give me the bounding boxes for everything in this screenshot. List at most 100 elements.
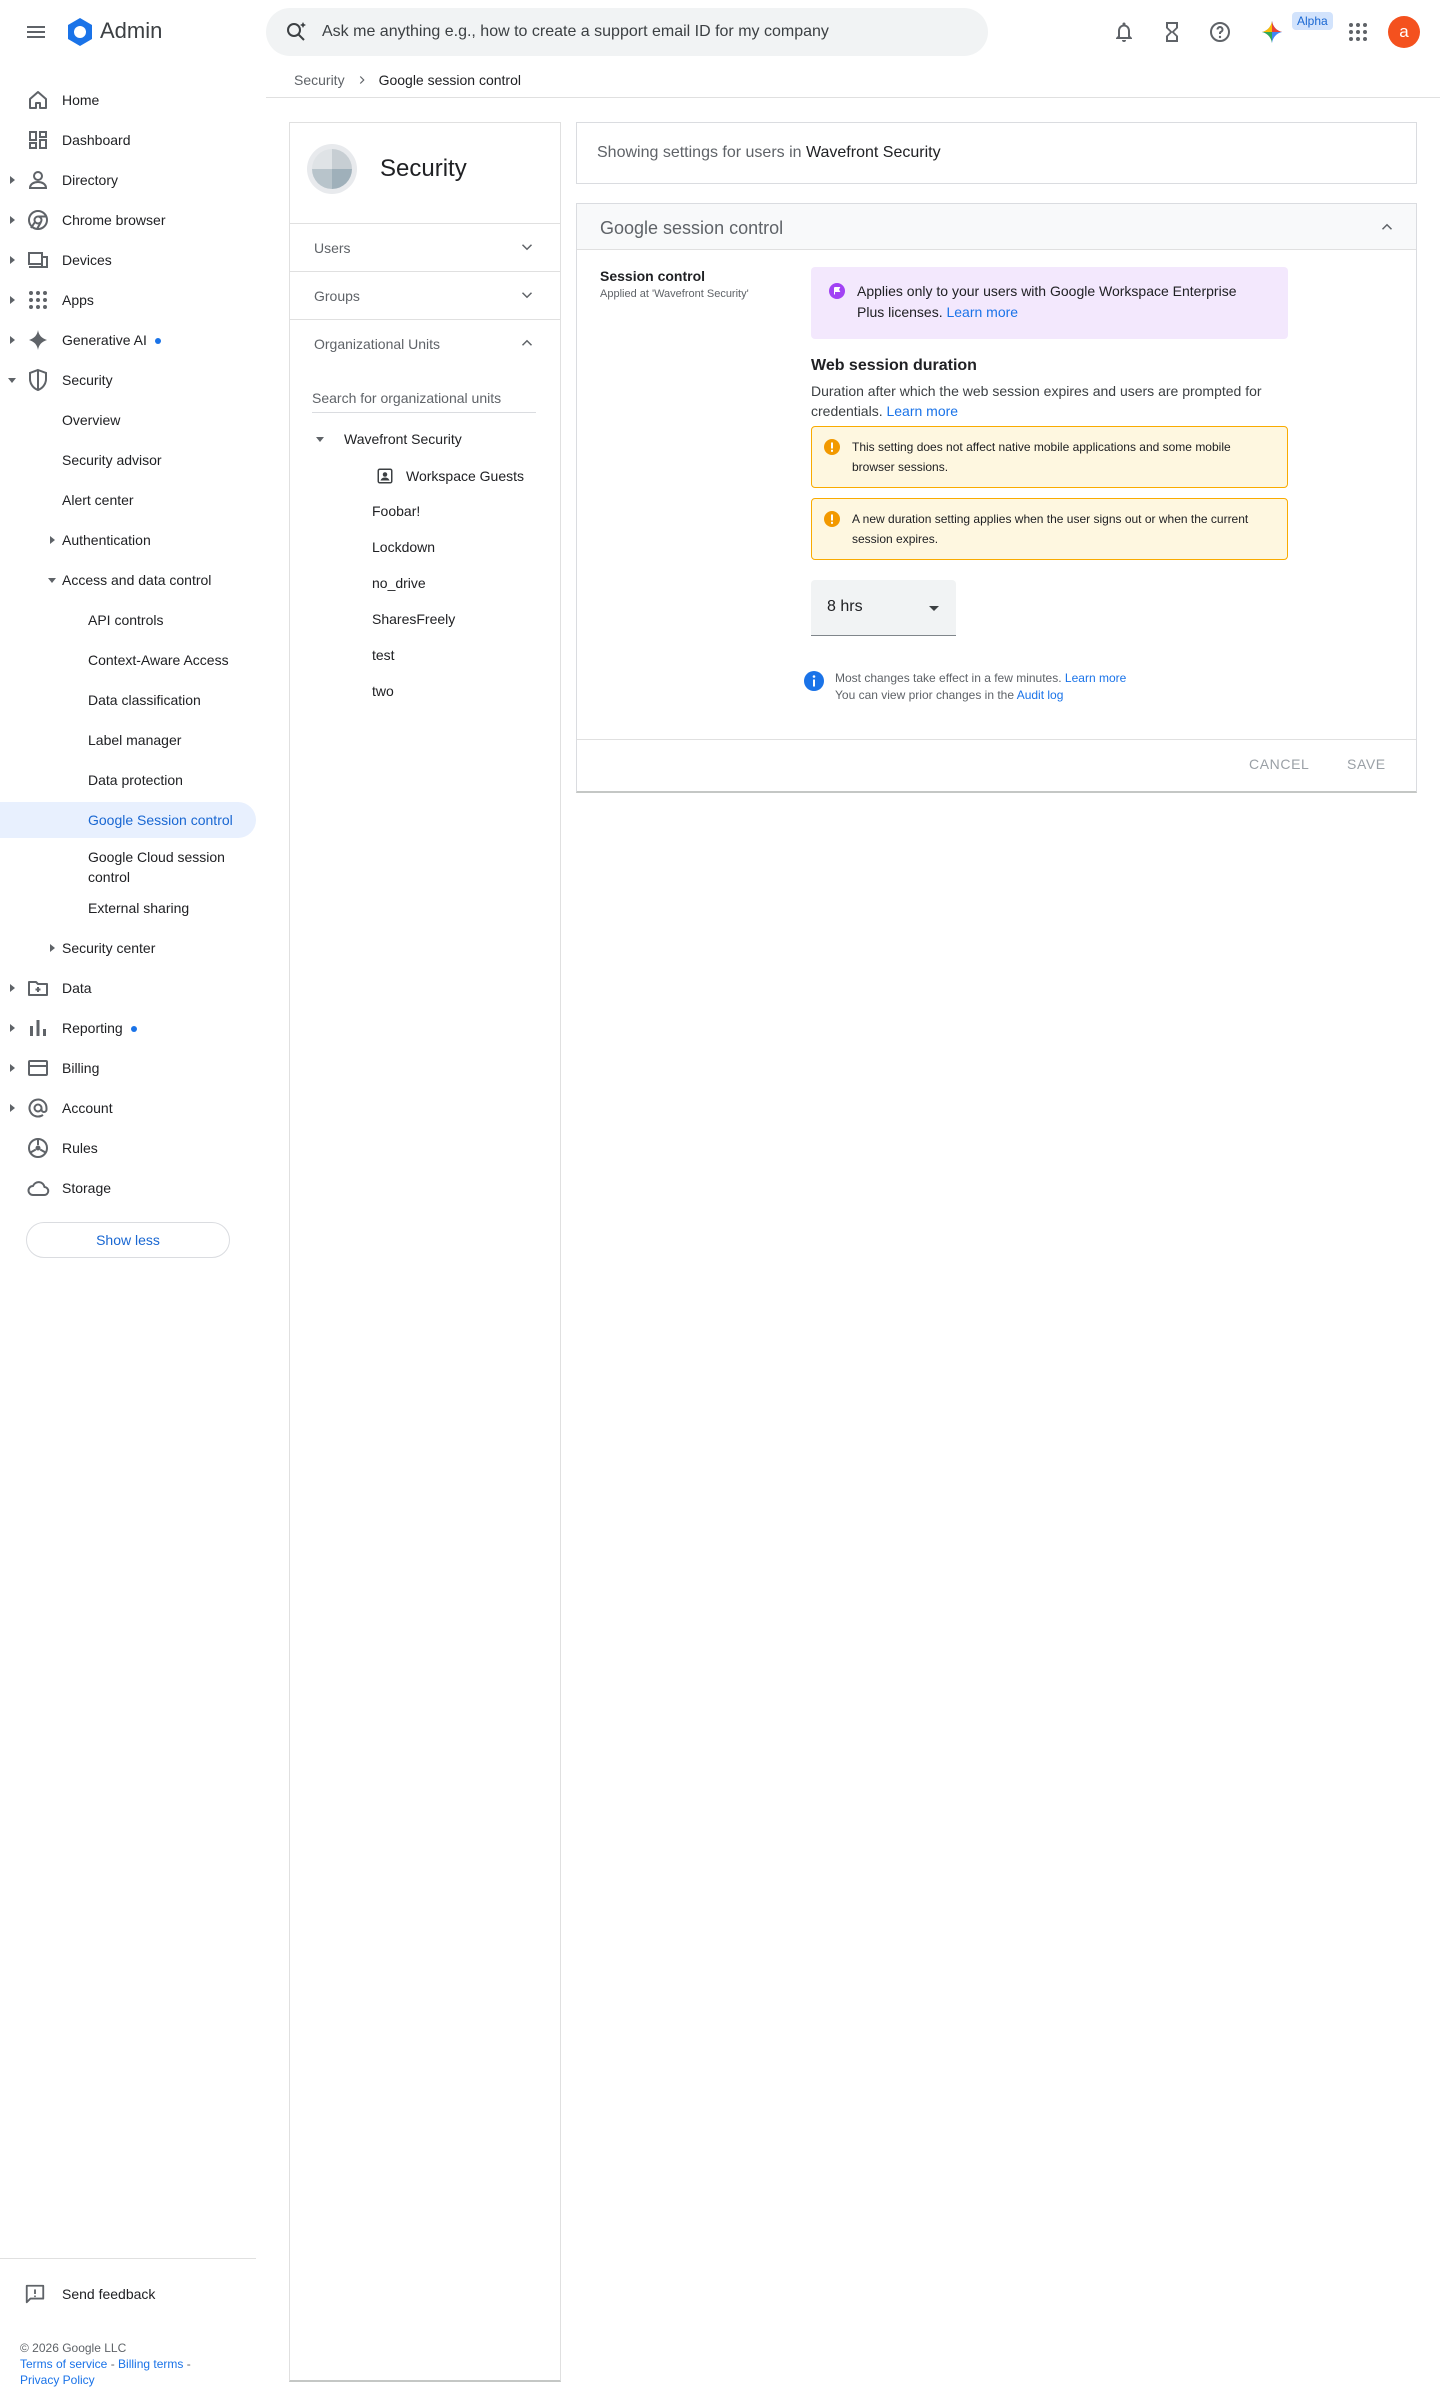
card-header[interactable]: Google session control (577, 204, 1416, 250)
feedback-icon (25, 2284, 45, 2304)
save-button[interactable]: SAVE (1347, 756, 1386, 772)
section-organizational-units[interactable]: Organizational Units (290, 319, 560, 367)
cancel-button[interactable]: CANCEL (1249, 756, 1309, 772)
section-groups[interactable]: Groups (290, 271, 560, 319)
apps-launcher-icon[interactable] (1346, 20, 1370, 44)
section-users[interactable]: Users (290, 223, 560, 271)
nav-external-sharing[interactable]: External sharing (0, 890, 256, 926)
breadcrumb-current: Google session control (378, 72, 521, 88)
notifications-bell-icon[interactable] (1112, 20, 1136, 44)
caret-right-icon (10, 1064, 15, 1072)
session-duration-select[interactable]: 8 hrs (811, 580, 956, 636)
nav-storage[interactable]: Storage (0, 1170, 256, 1206)
nav-devices[interactable]: Devices (0, 242, 256, 278)
flag-badge-icon (829, 283, 845, 299)
nav-google-session-control[interactable]: Google Session control (0, 802, 256, 838)
dashboard-icon (29, 131, 47, 149)
nav-data-classification[interactable]: Data classification (0, 682, 256, 718)
nav-overview[interactable]: Overview (0, 402, 256, 438)
nav-generative-ai[interactable]: Generative AI (0, 322, 256, 358)
nav-home[interactable]: Home (0, 82, 256, 118)
caret-right-icon (10, 336, 15, 344)
nav-account[interactable]: Account (0, 1090, 256, 1126)
person-icon (28, 171, 48, 189)
ou-item[interactable]: no_drive (372, 575, 426, 591)
terms-of-service-link[interactable]: Terms of service (20, 2357, 107, 2371)
warning-mobile: This setting does not affect native mobi… (811, 426, 1288, 488)
ou-search-input[interactable] (312, 383, 536, 413)
caret-right-icon (50, 536, 55, 544)
caret-right-icon (10, 296, 15, 304)
nav-api-controls[interactable]: API controls (0, 602, 256, 638)
ou-item[interactable]: test (372, 647, 395, 663)
session-control-card: Google session control Session control A… (576, 203, 1417, 793)
nav-google-cloud-session-control[interactable]: Google Cloud session control (0, 842, 256, 892)
nav-directory[interactable]: Directory (0, 162, 256, 198)
duration-learn-more-link[interactable]: Learn more (886, 403, 958, 419)
nav-generative-ai-label: Generative AI (62, 332, 147, 348)
ou-item[interactable]: SharesFreely (372, 611, 455, 627)
search-input[interactable] (322, 8, 962, 56)
nav-data[interactable]: Data (0, 970, 256, 1006)
warning-icon (824, 511, 840, 527)
chevron-down-icon (521, 292, 533, 299)
session-duration-value: 8 hrs (827, 598, 863, 615)
caret-down-icon[interactable] (314, 433, 326, 445)
ou-workspace-guests[interactable]: Workspace Guests (376, 467, 524, 485)
audit-log-link[interactable]: Audit log (1017, 688, 1064, 702)
license-learn-more-link[interactable]: Learn more (946, 304, 1018, 320)
nav-reporting[interactable]: Reporting (0, 1010, 256, 1046)
nav-context-aware-access[interactable]: Context-Aware Access (0, 642, 256, 678)
chevron-up-icon (521, 339, 533, 346)
ou-item[interactable]: two (372, 683, 394, 699)
nav-security[interactable]: Security (0, 362, 256, 398)
warning-new-duration: A new duration setting applies when the … (811, 498, 1288, 560)
nav-access-and-data-control[interactable]: Access and data control (0, 562, 256, 598)
main-menu-icon[interactable] (24, 20, 48, 44)
billing-terms-link[interactable]: Billing terms (118, 2357, 183, 2371)
nav-data-protection[interactable]: Data protection (0, 762, 256, 798)
info-line-2: You can view prior changes in the (835, 688, 1015, 702)
caret-right-icon (10, 176, 15, 184)
warning-mobile-text: This setting does not affect native mobi… (852, 440, 1231, 474)
cloud-icon (27, 1181, 50, 1196)
nav-security-advisor[interactable]: Security advisor (0, 442, 256, 478)
new-indicator-dot (154, 338, 161, 345)
ou-root-wavefront-security[interactable]: Wavefront Security (314, 431, 462, 447)
nav-alert-center[interactable]: Alert center (0, 482, 256, 518)
send-feedback-link[interactable]: Send feedback (24, 2282, 155, 2306)
copyright-text: © 2026 Google LLC (20, 2341, 127, 2355)
collapse-chevron-icon[interactable] (1378, 218, 1396, 236)
top-bar: Admin Alpha a (0, 0, 1440, 64)
session-control-label: Session control (600, 268, 706, 284)
app-title[interactable]: Admin (100, 18, 162, 44)
web-session-duration-description: Duration after which the web session exp… (811, 383, 1262, 419)
privacy-policy-link[interactable]: Privacy Policy (20, 2373, 95, 2387)
nav-authentication[interactable]: Authentication (0, 522, 256, 558)
info-learn-more-link[interactable]: Learn more (1065, 671, 1126, 685)
show-less-button[interactable]: Show less (26, 1222, 230, 1258)
chevron-down-icon (521, 244, 533, 251)
nav-billing[interactable]: Billing (0, 1050, 256, 1086)
account-avatar[interactable]: a (1388, 16, 1420, 48)
search-bar[interactable] (266, 8, 988, 56)
nav-rules[interactable]: Rules (0, 1130, 256, 1166)
rules-icon (28, 1138, 48, 1158)
web-session-duration-title: Web session duration (811, 357, 977, 374)
nav-security-center[interactable]: Security center (0, 930, 256, 966)
help-icon[interactable] (1208, 20, 1232, 44)
license-note-text: Applies only to your users with Google W… (857, 283, 1237, 320)
nav-dashboard[interactable]: Dashboard (0, 122, 256, 158)
nav-chrome-browser[interactable]: Chrome browser (0, 202, 256, 238)
breadcrumb-security-link[interactable]: Security (294, 72, 345, 88)
nav-label-manager[interactable]: Label manager (0, 722, 256, 758)
apps-grid-icon (29, 291, 47, 309)
hourglass-tasks-icon[interactable] (1160, 20, 1184, 44)
ou-item[interactable]: Lockdown (372, 539, 435, 555)
gemini-sparkle-icon[interactable] (1260, 20, 1284, 44)
ou-item[interactable]: Foobar! (372, 503, 420, 519)
header-divider (266, 97, 1440, 98)
nav-apps[interactable]: Apps (0, 282, 256, 318)
panel-title: Security (380, 155, 467, 182)
admin-logo-icon[interactable] (64, 16, 96, 48)
